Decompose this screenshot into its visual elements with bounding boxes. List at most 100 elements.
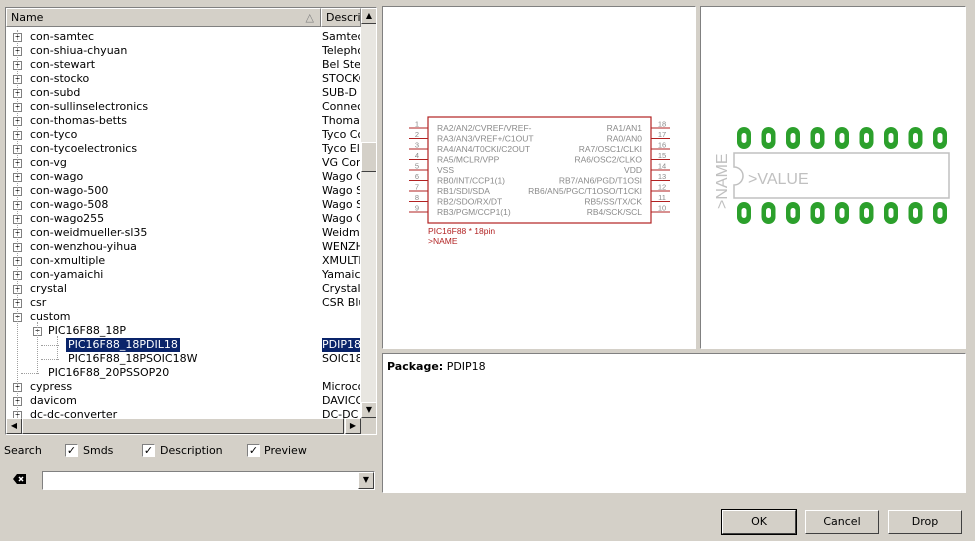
preview-checkbox[interactable]: ✓ <box>247 444 260 457</box>
ok-button[interactable]: OK <box>721 509 797 535</box>
tree-row[interactable]: +con-weidmueller-sl35Weidmu <box>6 226 361 240</box>
pin-number: 12 <box>658 183 666 192</box>
tree-row-description: WENZHO <box>322 240 360 253</box>
tree-row[interactable]: +con-vgVG Conn <box>6 156 361 170</box>
pin-number: 9 <box>415 204 419 213</box>
tree-row[interactable]: + con-wago Wago C <box>6 170 361 184</box>
pin-number: 14 <box>658 162 666 171</box>
tree-row[interactable]: +con-xmultipleXMULTIF <box>6 254 361 268</box>
pin-number: 6 <box>415 172 419 181</box>
tree-row[interactable]: +cypressMicrocor <box>6 380 361 394</box>
tree-row-name: con-wenzhou-yihua <box>30 240 137 253</box>
smds-label: Smds <box>83 444 114 457</box>
part-value-label: PIC16F88 * 18pin <box>428 226 495 236</box>
tree-row[interactable]: +crystalCrystals <box>6 282 361 296</box>
tree-row-name: davicom <box>30 394 77 407</box>
pin-name: RA2/AN2/CVREF/VREF- <box>437 123 532 133</box>
library-tree[interactable]: Name △ Descript +con-samtecSamtec+con-sh… <box>5 7 377 435</box>
pin-number: 15 <box>658 151 666 160</box>
tree-row[interactable]: +con-yamaichiYamaich <box>6 268 361 282</box>
tree-row-name: PIC16F88_20PSSOP20 <box>48 366 170 379</box>
tree-row-name: con-weidmueller-sl35 <box>30 226 148 239</box>
drill-hole <box>741 208 747 218</box>
description-checkbox[interactable]: ✓ <box>142 444 155 457</box>
cancel-button[interactable]: Cancel <box>805 510 879 534</box>
tree-row-description: Tyco Co <box>322 128 360 141</box>
drill-hole <box>741 133 747 143</box>
package-value: PDIP18 <box>446 360 486 373</box>
tree-branch-line <box>57 336 58 360</box>
tree-row[interactable]: + davicom DAVICO <box>6 394 361 408</box>
tree-row-name: con-wago255 <box>30 212 105 225</box>
pin-number: 3 <box>415 141 419 150</box>
tree-row-name: con-xmultiple <box>30 254 106 267</box>
tree-row[interactable]: +con-wenzhou-yihuaWENZHO <box>6 240 361 254</box>
description-label: Description <box>160 444 223 457</box>
tree-row[interactable]: + con-wago255 Wago C <box>6 212 361 226</box>
tree-row-description: Tyco Ele <box>322 142 360 155</box>
name-column-header[interactable]: Name △ <box>6 8 321 27</box>
drill-hole <box>888 208 894 218</box>
tree-row[interactable]: PIC16F88_18PSOIC18W SOIC18 <box>6 352 361 366</box>
drop-button[interactable]: Drop <box>888 510 962 534</box>
tree-row-description: Microcor <box>322 380 360 393</box>
package-footprint: >NAME >VALUE <box>714 127 950 224</box>
scroll-right-button[interactable]: ▶ <box>345 418 361 434</box>
tree-row[interactable]: +con-stockoSTOCKO <box>6 72 361 86</box>
search-dropdown-button[interactable]: ▼ <box>358 472 374 489</box>
tree-row-name: csr <box>30 296 47 309</box>
pin-name: VDD <box>624 165 642 175</box>
tree-row[interactable]: − PIC16F88_18P <box>6 324 361 338</box>
horizontal-scrollbar[interactable]: ◀ ▶ <box>6 418 361 434</box>
tree-row-name: con-vg <box>30 156 67 169</box>
search-label: Search <box>4 444 42 457</box>
tree-row[interactable]: + con-tyco Tyco Co <box>6 128 361 142</box>
tree-row[interactable]: + con-wago-508 Wago S <box>6 198 361 212</box>
search-input[interactable] <box>45 473 355 487</box>
pin-name: RA1/AN1 <box>607 123 643 133</box>
drill-hole <box>790 133 796 143</box>
scroll-thumb[interactable] <box>361 142 376 172</box>
tree-row[interactable]: + con-wago-500 Wago S <box>6 184 361 198</box>
scroll-up-button[interactable]: ▲ <box>361 8 376 24</box>
vertical-scrollbar[interactable]: ▲ ▼ <box>361 8 376 418</box>
tree-row[interactable]: − custom <box>6 310 361 324</box>
tree-row-description: SOIC18 <box>322 352 360 365</box>
tree-row[interactable]: PIC16F88_18PDIL18 PDIP18 <box>6 337 361 353</box>
tree-row-name: con-tycoelectronics <box>30 142 138 155</box>
tree-row[interactable]: + con-samtec Samtec <box>6 30 361 44</box>
tree-row-name: PIC16F88_18PSOIC18W <box>68 352 198 365</box>
description-column-label: Descript <box>326 11 361 24</box>
part-name-label: >NAME <box>428 236 458 246</box>
pin-name: RA5/MCLR/VPP <box>437 155 500 165</box>
pin-number: 10 <box>658 204 666 213</box>
pin-name: RB7/AN6/PGD/T1OSI <box>559 176 642 186</box>
search-combobox[interactable]: ▼ <box>42 471 375 490</box>
scroll-left-button[interactable]: ◀ <box>6 418 22 434</box>
description-column-header[interactable]: Descript <box>321 8 361 27</box>
pin-name: RB0/INT/CCP1(1) <box>437 176 505 186</box>
package-name-label: >NAME <box>714 153 731 209</box>
tree-row[interactable]: +con-stewartBel Stev <box>6 58 361 72</box>
tree-row[interactable]: +csrCSR Blu <box>6 296 361 310</box>
tree-row[interactable]: + con-shiua-chyuan Telepho <box>6 44 361 58</box>
drill-hole <box>913 133 918 143</box>
tree-row[interactable]: PIC16F88_20PSSOP20 <box>6 366 361 380</box>
tree-row[interactable]: +con-thomas-bettsThomas <box>6 114 361 128</box>
pin-name: RB3/PGM/CCP1(1) <box>437 207 511 217</box>
tree-row[interactable]: +con-sullinselectronicsConnect <box>6 100 361 114</box>
smds-checkbox[interactable]: ✓ <box>65 444 78 457</box>
tree-row-name: con-sullinselectronics <box>30 100 149 113</box>
tree-branch-line <box>37 322 38 374</box>
tree-row[interactable]: +con-tycoelectronicsTyco Ele <box>6 142 361 156</box>
tree-row-description: PDIP18 <box>322 338 360 352</box>
pin-name: RB1/SDI/SDA <box>437 186 490 196</box>
scroll-down-button[interactable]: ▼ <box>361 402 376 418</box>
pin-name: RA3/AN3/VREF+/C1OUT <box>437 134 534 144</box>
search-clear-icon[interactable] <box>12 472 28 486</box>
horizontal-scroll-thumb[interactable] <box>22 418 344 434</box>
tree-row-description: Wago S <box>322 184 360 197</box>
pin-number: 16 <box>658 141 666 150</box>
tree-row-description: Thomas <box>322 114 360 127</box>
tree-row[interactable]: +con-subdSUB-D C <box>6 86 361 100</box>
